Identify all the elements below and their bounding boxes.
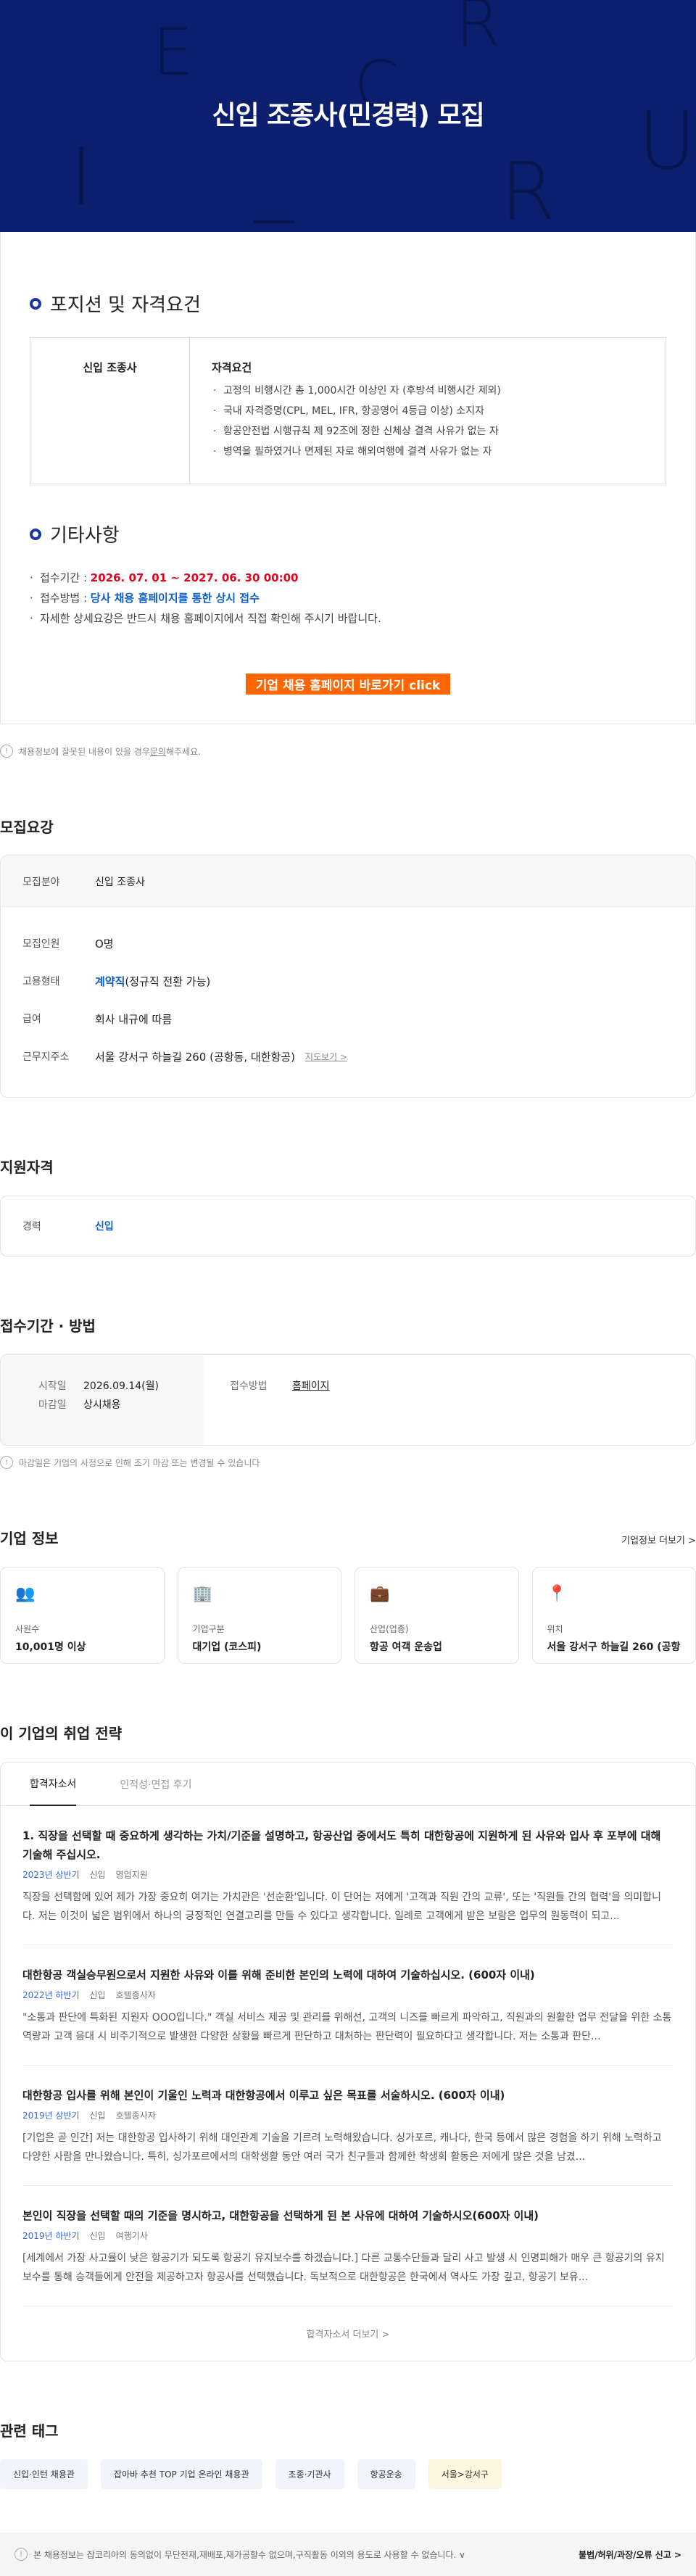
company-info-title: 기업 정보	[0, 1527, 59, 1548]
tag-item[interactable]: 신입·인턴 채용관	[0, 2459, 88, 2489]
position-section-title-text: 포지션 및 자격요건	[50, 290, 201, 317]
requirement-item: 병역을 필하였거나 면제된 자로 해외여행에 결격 사유가 없는 자	[212, 442, 644, 462]
building-icon: 🏢	[193, 1585, 327, 1602]
job-strategy-title: 이 기업의 취업 전략	[0, 1722, 696, 1743]
briefcase-icon: 💼	[370, 1585, 504, 1602]
position-table: 신입 조종사 자격요건 고정익 비행시간 총 1,000시간 이상인 자 (후방…	[30, 337, 666, 484]
tag-item[interactable]: 잡아바 추천 TOP 기업 온라인 채용관	[101, 2459, 262, 2489]
etc-method: 접수방법 : 당사 채용 홈페이지를 통한 상시 접수	[30, 588, 666, 608]
start-date: 2026.09.14(월)	[83, 1377, 159, 1396]
company-card-type: 🏢 기업구분 대기업 (코스피)	[178, 1567, 342, 1664]
list-item[interactable]: 1. 직장을 선택할 때 중요하게 생각하는 가치/기준을 설명하고, 항공산업…	[22, 1806, 674, 1945]
hero-glyph-r1: R	[455, 0, 501, 62]
tag-item[interactable]: 조종·기관사	[276, 2459, 344, 2489]
report-notice: ! 채용정보에 잘못된 내용이 있을 경우 문의해주세요.	[0, 724, 696, 758]
company-card-industry: 💼 산업(업종) 항공 여객 운송업	[355, 1567, 519, 1664]
company-info-section: 기업 정보 기업정보 더보기 > 👥 사원수 10,001명 이상 🏢 기업구분…	[0, 1527, 696, 1664]
requirement-item: 항공안전법 시행규칙 제 92조에 정한 신체상 결격 사유가 없는 자	[212, 421, 644, 442]
ring-bullet-icon	[30, 298, 41, 310]
copyright-text[interactable]: 본 채용정보는 잡코리아의 동의없이 무단전재,재배포,재가공할수 없으며,구직…	[33, 2548, 465, 2561]
related-tags-section: 관련 태그 신입·인턴 채용관 잡아바 추천 TOP 기업 온라인 채용관 조종…	[0, 2419, 696, 2489]
list-item[interactable]: 본인이 직장을 선택할 때의 기준을 명시하고, 대한항공을 선택하게 된 본 …	[22, 2186, 674, 2306]
deadline-note: ! 마감일은 기업의 사정으로 인해 조기 마감 또는 변경될 수 있습니다	[0, 1456, 696, 1469]
info-icon: !	[0, 745, 13, 758]
requirement-item: 국내 자격증명(CPL, MEL, IFR, 항공영어 4등급 이상) 소지자	[212, 401, 644, 421]
yogang-row: 근무지주소 서울 강서구 하늘길 260 (공항동, 대한항공) 지도보기 >	[1, 1038, 695, 1075]
career-label: 경력	[22, 1219, 95, 1233]
etc-period: 접수기간 : 2026. 07. 01 ~ 2027. 06. 30 00:00	[30, 568, 666, 588]
yogang-row: 고용형태 계약직(정규직 전환 가능)	[1, 962, 695, 1000]
career-value: 신입	[95, 1219, 114, 1233]
requirements-title: 자격요건	[212, 360, 644, 375]
copyright-footer: ! 본 채용정보는 잡코리아의 동의없이 무단전재,재배포,재가공할수 없으며,…	[0, 2532, 696, 2576]
yogang-row: 모집인원 O명	[1, 924, 695, 962]
job-strategy-section: 이 기업의 취업 전략 합격자소서 인적성·면접 후기 1. 직장을 선택할 때…	[0, 1722, 696, 2361]
etc-section-title: 기타사항	[30, 521, 666, 547]
etc-period-value: 2026. 07. 01 ~ 2027. 06. 30 00:00	[91, 571, 299, 584]
page-title: 신입 조종사(민경력) 모집	[0, 94, 696, 132]
list-item[interactable]: 대한항공 입사를 위해 본인이 기울인 노력과 대한항공에서 이루고 싶은 목표…	[22, 2066, 674, 2186]
position-role: 신입 조종사	[30, 338, 190, 484]
recruitment-requirements-section: 모집요강 모집분야 신입 조종사 모집인원 O명 고용형태 계약직(정규직 전환…	[0, 816, 696, 1098]
etc-section-title-text: 기타사항	[50, 521, 120, 547]
field-label: 모집분야	[22, 874, 95, 889]
ring-bullet-icon	[30, 529, 41, 540]
qualification-section: 지원자격 경력 신입	[0, 1156, 696, 1256]
company-card-location: 📍 위치 서울 강서구 하늘길 260 (공항동...	[532, 1567, 696, 1664]
company-homepage-cta-button[interactable]: 기업 채용 홈페이지 바로가기 click	[246, 674, 450, 695]
employment-type: 계약직	[95, 975, 125, 988]
map-view-link[interactable]: 지도보기 >	[305, 1051, 347, 1063]
people-icon: 👥	[15, 1585, 149, 1602]
hero-glyph-e: E	[152, 15, 194, 91]
tag-item[interactable]: 서울>강서구	[428, 2459, 502, 2489]
recruitment-requirements-title: 모집요강	[0, 816, 696, 837]
hero-glyph-r2: R	[500, 145, 555, 232]
info-icon: !	[0, 1456, 13, 1469]
report-link[interactable]: 불법/허위/과장/오류 신고 >	[579, 2548, 682, 2561]
apply-method-link[interactable]: 홈페이지	[292, 1377, 330, 1396]
yogang-row: 급여 회사 내규에 따름	[1, 1000, 695, 1038]
inquiry-link[interactable]: 문의	[150, 745, 166, 758]
requirement-item: 고정익 비행시간 총 1,000시간 이상인 자 (후방석 비행시간 제외)	[212, 381, 644, 401]
application-period-section: 접수기간 · 방법 시작일2026.09.14(월) 마감일상시채용 접수방법홈…	[0, 1314, 696, 1469]
location-pin-icon: 📍	[547, 1585, 682, 1602]
qualification-title: 지원자격	[0, 1156, 696, 1177]
field-value: 신입 조종사	[95, 874, 145, 889]
company-card-employees: 👥 사원수 10,001명 이상	[0, 1567, 165, 1664]
info-icon: !	[14, 2548, 28, 2561]
etc-detail: 자세한 상세요강은 반드시 채용 홈페이지에서 직접 확인해 주시기 바랍니다.	[30, 608, 666, 629]
recruit-detail-box: 포지션 및 자격요건 신입 조종사 자격요건 고정익 비행시간 총 1,000시…	[0, 232, 696, 724]
tag-item[interactable]: 항공운송	[357, 2459, 415, 2489]
position-section-title: 포지션 및 자격요건	[30, 290, 666, 317]
end-date: 상시채용	[83, 1396, 121, 1415]
position-requirements: 자격요건 고정익 비행시간 총 1,000시간 이상인 자 (후방석 비행시간 …	[190, 338, 666, 484]
company-more-link[interactable]: 기업정보 더보기 >	[621, 1533, 696, 1546]
hero-glyph-i: I	[70, 131, 93, 223]
tab-interview-reviews[interactable]: 인적성·면접 후기	[120, 1763, 191, 1806]
recruit-hero-banner: E R C I _ R U 신입 조종사(민경력) 모집	[0, 0, 696, 232]
list-item[interactable]: 대한항공 객실승무원으로서 지원한 사유와 이를 위해 준비한 본인의 노력에 …	[22, 1945, 674, 2066]
etc-method-value: 당사 채용 홈페이지를 통한 상시 접수	[91, 592, 260, 605]
related-tags-title: 관련 태그	[0, 2419, 696, 2440]
hero-glyph-underscore: _	[254, 131, 294, 223]
application-period-title: 접수기간 · 방법	[0, 1314, 696, 1335]
tab-cover-letters[interactable]: 합격자소서	[30, 1763, 76, 1806]
